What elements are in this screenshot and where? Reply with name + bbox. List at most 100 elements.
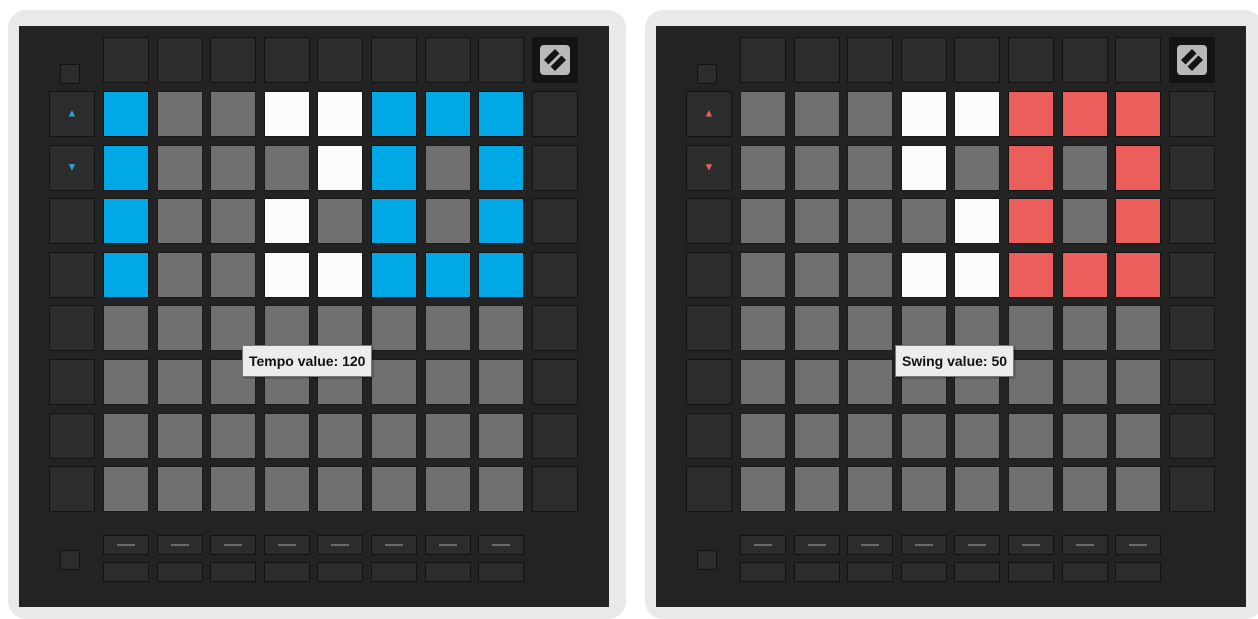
grid-pad[interactable] (740, 359, 786, 405)
top-row-button[interactable] (1008, 37, 1054, 83)
top-row-button[interactable] (1062, 37, 1108, 83)
bottom-row-button[interactable] (103, 562, 149, 582)
bottom-left-button[interactable] (60, 550, 80, 570)
grid-pad-lit[interactable] (371, 198, 417, 244)
grid-pad[interactable] (478, 413, 524, 459)
grid-pad[interactable] (847, 91, 893, 137)
top-row-button[interactable] (794, 37, 840, 83)
grid-pad[interactable] (794, 359, 840, 405)
grid-pad[interactable] (478, 305, 524, 351)
grid-pad[interactable] (264, 145, 310, 191)
grid-pad-lit[interactable] (1115, 145, 1161, 191)
grid-pad[interactable] (1115, 413, 1161, 459)
grid-pad-lit[interactable] (478, 145, 524, 191)
scene-launch-button[interactable] (532, 413, 578, 459)
grid-pad[interactable] (103, 359, 149, 405)
grid-pad[interactable] (1008, 305, 1054, 351)
scene-launch-button[interactable] (1169, 413, 1215, 459)
grid-pad[interactable] (1115, 466, 1161, 512)
bottom-row-button[interactable] (847, 562, 893, 582)
grid-pad[interactable] (210, 145, 256, 191)
grid-pad[interactable] (954, 413, 1000, 459)
grid-pad-lit[interactable] (103, 91, 149, 137)
left-button[interactable] (49, 359, 95, 405)
grid-pad[interactable] (847, 466, 893, 512)
grid-pad-lit[interactable] (425, 252, 471, 298)
grid-pad[interactable] (794, 466, 840, 512)
grid-pad[interactable] (103, 466, 149, 512)
scene-launch-button[interactable] (1169, 359, 1215, 405)
scene-launch-button[interactable] (532, 198, 578, 244)
top-row-button[interactable] (740, 37, 786, 83)
scene-launch-button[interactable] (1169, 198, 1215, 244)
left-button[interactable]: ▲ (49, 91, 95, 137)
grid-pad[interactable] (1062, 198, 1108, 244)
grid-pad[interactable] (317, 466, 363, 512)
grid-pad-lit[interactable] (478, 91, 524, 137)
grid-pad[interactable] (740, 413, 786, 459)
grid-pad-lit[interactable] (371, 145, 417, 191)
grid-pad-white[interactable] (317, 145, 363, 191)
scene-launch-button[interactable] (532, 145, 578, 191)
grid-pad[interactable] (901, 466, 947, 512)
top-row-button[interactable] (210, 37, 256, 83)
left-button[interactable]: ▲ (686, 91, 732, 137)
grid-pad-lit[interactable] (1008, 252, 1054, 298)
bottom-row-button[interactable] (425, 535, 471, 555)
grid-pad[interactable] (210, 91, 256, 137)
grid-pad-lit[interactable] (1062, 252, 1108, 298)
grid-pad[interactable] (901, 413, 947, 459)
bottom-row-button[interactable] (794, 562, 840, 582)
grid-pad[interactable] (740, 198, 786, 244)
grid-pad[interactable] (425, 145, 471, 191)
grid-pad-white[interactable] (317, 252, 363, 298)
grid-pad[interactable] (847, 305, 893, 351)
grid-pad[interactable] (1062, 359, 1108, 405)
bottom-row-button[interactable] (371, 535, 417, 555)
grid-pad[interactable] (210, 466, 256, 512)
grid-pad[interactable] (847, 413, 893, 459)
grid-pad-white[interactable] (954, 198, 1000, 244)
grid-pad-white[interactable] (264, 198, 310, 244)
grid-pad-white[interactable] (901, 252, 947, 298)
grid-pad-lit[interactable] (371, 252, 417, 298)
left-button[interactable] (686, 305, 732, 351)
grid-pad-lit[interactable] (1008, 91, 1054, 137)
grid-pad[interactable] (478, 466, 524, 512)
top-row-button[interactable] (425, 37, 471, 83)
grid-pad-white[interactable] (901, 145, 947, 191)
bottom-row-button[interactable] (317, 562, 363, 582)
grid-pad-lit[interactable] (1115, 198, 1161, 244)
top-left-button[interactable] (697, 64, 717, 84)
grid-pad[interactable] (371, 466, 417, 512)
grid-pad[interactable] (317, 198, 363, 244)
top-row-button[interactable] (901, 37, 947, 83)
grid-pad[interactable] (157, 252, 203, 298)
left-button[interactable] (49, 198, 95, 244)
grid-pad[interactable] (425, 413, 471, 459)
grid-pad[interactable] (103, 305, 149, 351)
grid-pad-lit[interactable] (371, 91, 417, 137)
grid-pad[interactable] (1008, 413, 1054, 459)
grid-pad[interactable] (1008, 359, 1054, 405)
grid-pad[interactable] (794, 198, 840, 244)
grid-pad[interactable] (740, 145, 786, 191)
grid-pad[interactable] (157, 145, 203, 191)
grid-pad[interactable] (954, 466, 1000, 512)
grid-pad[interactable] (1062, 413, 1108, 459)
bottom-row-button[interactable] (1115, 535, 1161, 555)
bottom-row-button[interactable] (954, 535, 1000, 555)
grid-pad-lit[interactable] (103, 252, 149, 298)
bottom-row-button[interactable] (954, 562, 1000, 582)
grid-pad-lit[interactable] (478, 198, 524, 244)
scene-launch-button[interactable] (1169, 145, 1215, 191)
bottom-row-button[interactable] (478, 535, 524, 555)
left-button[interactable] (49, 466, 95, 512)
bottom-row-button[interactable] (103, 535, 149, 555)
top-row-button[interactable] (157, 37, 203, 83)
grid-pad[interactable] (264, 466, 310, 512)
bottom-row-button[interactable] (847, 535, 893, 555)
grid-pad[interactable] (371, 413, 417, 459)
left-button[interactable] (686, 413, 732, 459)
grid-pad[interactable] (794, 252, 840, 298)
